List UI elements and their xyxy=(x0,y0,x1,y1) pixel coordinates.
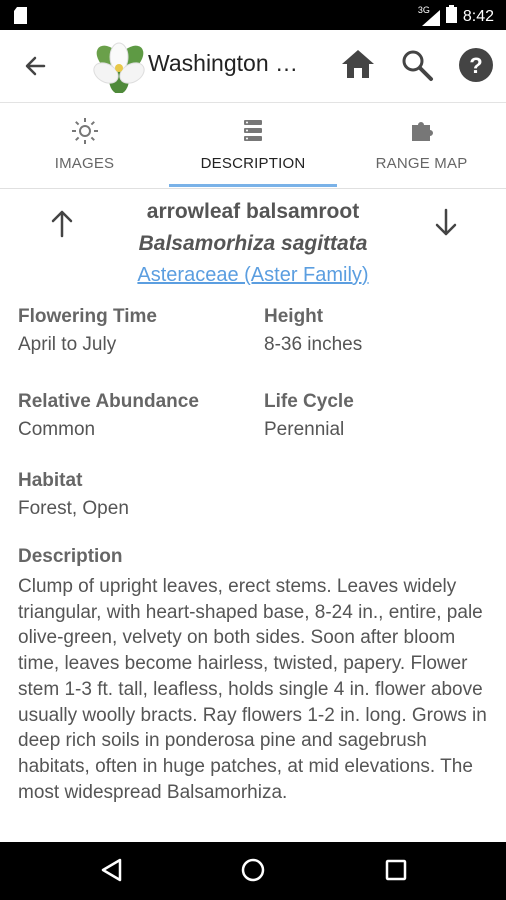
field-value: Forest, Open xyxy=(18,498,129,519)
trillium-logo-icon xyxy=(90,41,148,98)
field-value: Perennial xyxy=(264,419,345,440)
active-tab-indicator xyxy=(169,184,337,187)
field-label: Height xyxy=(264,306,324,327)
tab-label: IMAGES xyxy=(54,155,115,172)
abundance-field: Relative Abundance Common xyxy=(18,391,199,441)
home-icon[interactable] xyxy=(340,48,376,85)
search-icon[interactable] xyxy=(400,48,434,87)
recents-square-icon[interactable] xyxy=(382,856,410,889)
tab-bar: IMAGES DESCRIPTION RANGE MAP xyxy=(0,103,506,189)
svg-text:?: ? xyxy=(469,53,482,78)
common-name: arrowleaf balsamroot xyxy=(146,200,360,223)
family-link[interactable]: Asteraceae (Aster Family) xyxy=(0,264,506,287)
system-nav-bar xyxy=(0,842,506,900)
field-label: Habitat xyxy=(18,470,83,491)
status-bar: 3G 8:42 xyxy=(0,0,506,30)
tab-images[interactable]: IMAGES xyxy=(0,103,169,188)
flowering-time-field: Flowering Time April to July xyxy=(18,306,157,356)
clock: 8:42 xyxy=(462,7,494,25)
tab-range-map[interactable]: RANGE MAP xyxy=(337,103,506,188)
tab-description[interactable]: DESCRIPTION xyxy=(169,103,337,188)
scientific-name: Balsamorhiza sagittata xyxy=(138,232,368,255)
field-value: Common xyxy=(18,419,96,440)
back-arrow-icon[interactable] xyxy=(18,48,54,84)
field-label: Relative Abundance xyxy=(18,391,199,412)
puzzle-icon xyxy=(409,117,435,148)
app-bar: Washington Wildflowers ? xyxy=(0,30,506,103)
description-heading: Description xyxy=(18,546,123,567)
signal-icon: 3G xyxy=(418,5,440,26)
tab-label: RANGE MAP xyxy=(375,155,468,172)
home-circle-icon[interactable] xyxy=(239,856,267,889)
life-cycle-field: Life Cycle Perennial xyxy=(264,391,354,441)
field-value: 8-36 inches xyxy=(264,334,363,355)
habitat-field: Habitat Forest, Open xyxy=(18,470,129,520)
field-label: Flowering Time xyxy=(18,306,158,327)
field-value: April to July xyxy=(18,334,117,355)
height-field: Height 8-36 inches xyxy=(264,306,362,356)
back-triangle-icon[interactable] xyxy=(98,856,126,889)
sun-icon xyxy=(71,117,99,150)
battery-icon xyxy=(445,5,457,28)
tab-label: DESCRIPTION xyxy=(200,155,306,172)
sd-card-icon xyxy=(14,7,28,29)
field-label: Life Cycle xyxy=(264,391,354,412)
list-icon xyxy=(242,117,264,148)
description-content[interactable]: arrowleaf balsamroot Balsamorhiza sagitt… xyxy=(0,190,506,840)
help-icon[interactable]: ? xyxy=(458,47,494,88)
description-text: Clump of upright leaves, erect stems. Le… xyxy=(18,576,487,803)
app-title: Washington Wildflowers xyxy=(148,50,318,76)
